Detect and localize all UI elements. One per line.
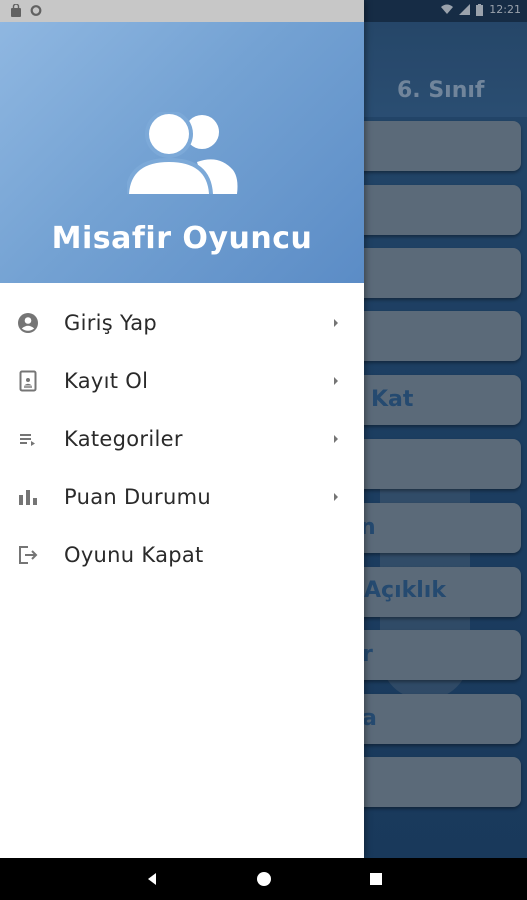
notification-bag-icon: [11, 4, 21, 17]
drawer-header: Misafir Oyuncu: [0, 22, 364, 283]
menu-item-leaderboard[interactable]: Puan Durumu: [0, 468, 364, 526]
home-circle-icon[interactable]: [255, 870, 273, 888]
chevron-right-icon: [334, 377, 338, 385]
menu-item-login[interactable]: Giriş Yap: [0, 294, 364, 352]
account-circle-icon: [16, 311, 40, 335]
notification-circle-icon: [30, 5, 42, 16]
category-list-icon: [16, 427, 40, 451]
menu-item-categories[interactable]: Kategoriler: [0, 410, 364, 468]
menu-item-label: Giriş Yap: [64, 311, 158, 335]
exit-icon: [16, 543, 40, 567]
menu-item-label: Oyunu Kapat: [64, 543, 204, 567]
drawer-status-bar: [0, 0, 364, 22]
recents-square-icon[interactable]: [367, 870, 385, 888]
chevron-right-icon: [334, 493, 338, 501]
menu-item-label: Kategoriler: [64, 427, 183, 451]
drawer-menu: Giriş Yap Kayıt Ol Kategoriler Puan Duru…: [0, 294, 364, 584]
bar-chart-icon: [16, 485, 40, 509]
register-document-icon: [16, 369, 40, 393]
back-triangle-icon[interactable]: [143, 870, 161, 888]
system-navigation-bar: [0, 858, 527, 900]
chevron-right-icon: [334, 319, 338, 327]
player-name: Misafir Oyuncu: [51, 221, 313, 256]
users-group-icon: [127, 112, 238, 194]
menu-item-register[interactable]: Kayıt Ol: [0, 352, 364, 410]
chevron-right-icon: [334, 435, 338, 443]
menu-item-exit-game[interactable]: Oyunu Kapat: [0, 526, 364, 584]
menu-item-label: Kayıt Ol: [64, 369, 149, 393]
navigation-drawer: Misafir Oyuncu Giriş Yap Kayıt Ol Katego…: [0, 0, 364, 858]
menu-item-label: Puan Durumu: [64, 485, 211, 509]
